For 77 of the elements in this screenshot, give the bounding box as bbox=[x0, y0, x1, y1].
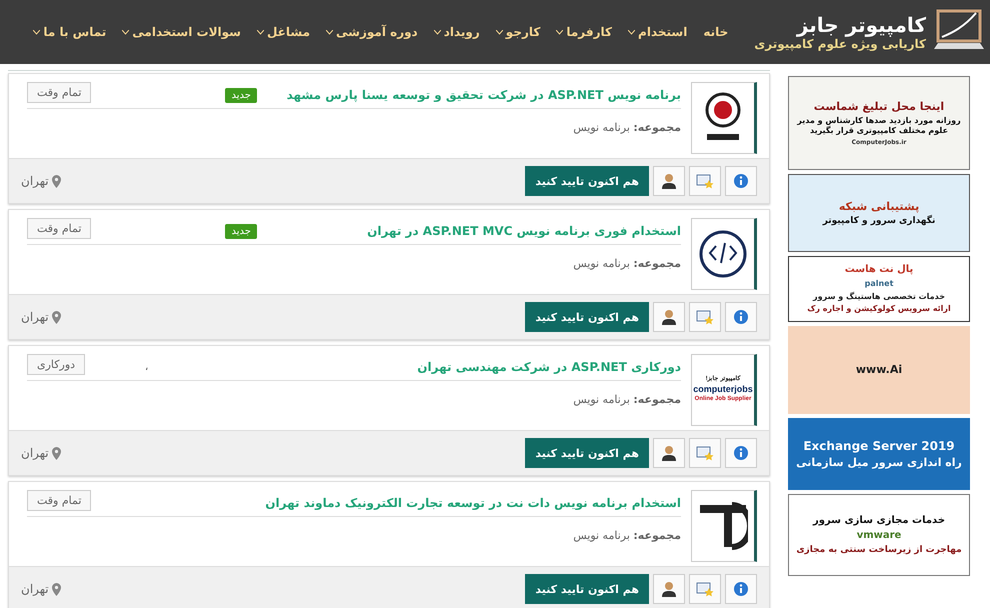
location-text: تهران bbox=[21, 582, 49, 596]
ad-text: Exchange Server 2019 bbox=[803, 438, 955, 454]
nav-link[interactable]: دوره آموزشی bbox=[326, 25, 418, 39]
card-star-icon bbox=[696, 445, 714, 461]
new-badge: جدید bbox=[225, 88, 257, 102]
ad-text: روزانه مورد بازدید صدها کارشناس و مدیر علوم مختلف کامپیوتری قرار بگیرید bbox=[796, 116, 962, 136]
person-icon bbox=[661, 173, 677, 189]
site-title: کامپیوتر جابز bbox=[796, 13, 926, 37]
profile-button[interactable] bbox=[653, 166, 685, 196]
info-icon bbox=[733, 445, 749, 461]
map-pin-icon bbox=[52, 174, 61, 188]
apply-button[interactable]: هم اکنون تایید کنید bbox=[525, 302, 649, 332]
job-category: مجموعه: برنامه نویس bbox=[572, 257, 681, 270]
ad-text: palnet bbox=[864, 279, 894, 289]
apply-button[interactable]: هم اکنون تایید کنید bbox=[525, 438, 649, 468]
nav-link[interactable]: خانه bbox=[703, 25, 728, 39]
profile-button[interactable] bbox=[653, 574, 685, 604]
person-icon bbox=[661, 581, 677, 597]
nav-link[interactable]: تماس با ما bbox=[33, 25, 106, 39]
logo-icon bbox=[698, 229, 748, 279]
person-icon bbox=[661, 309, 677, 325]
job-type-tag: تمام وقت bbox=[27, 82, 92, 103]
info-icon bbox=[733, 581, 749, 597]
ad-text: مهاجرت از زیرساخت سنتی به مجازی bbox=[796, 544, 962, 556]
nav-link[interactable]: کارفرما bbox=[556, 25, 612, 39]
info-button[interactable] bbox=[725, 302, 757, 332]
bookmark-button[interactable] bbox=[689, 574, 721, 604]
location-text: تهران bbox=[21, 174, 49, 188]
person-icon bbox=[661, 445, 677, 461]
ad-text: نگهداری سرور و کامپیوتر bbox=[822, 216, 936, 226]
site-subtitle: کاریابی ویژه علوم کامپیوتری bbox=[754, 37, 926, 51]
ad-text: ارائه سرویس کولوکیشن و اجاره رک bbox=[807, 304, 951, 314]
ad-text: راه اندازی سرور میل سازمانی bbox=[796, 456, 962, 470]
ad-text: خدمات تخصصی هاستینگ و سرور bbox=[813, 292, 945, 302]
info-icon bbox=[733, 173, 749, 189]
job-type-tag: دورکاری bbox=[27, 354, 86, 375]
info-button[interactable] bbox=[725, 166, 757, 196]
nav-link[interactable]: مشاغل bbox=[256, 25, 310, 39]
apply-button[interactable]: هم اکنون تایید کنید bbox=[525, 166, 649, 196]
ad-text: خدمات مجازی سازی سرور bbox=[812, 514, 946, 527]
ad-text: vmware bbox=[856, 530, 902, 542]
job-category: مجموعه: برنامه نویس bbox=[572, 393, 681, 406]
job-category: مجموعه: برنامه نویس bbox=[572, 529, 681, 542]
location-text: تهران bbox=[21, 310, 49, 324]
card-star-icon bbox=[696, 581, 714, 597]
ad-text: www.Ai bbox=[856, 363, 902, 377]
ad-text: پال نت هاست bbox=[844, 264, 914, 276]
info-button[interactable] bbox=[725, 574, 757, 604]
logo-icon bbox=[698, 501, 748, 551]
nav-link[interactable]: کارجو bbox=[496, 25, 540, 39]
map-pin-icon bbox=[52, 582, 61, 596]
job-category: مجموعه: برنامه نویس bbox=[572, 121, 681, 134]
new-badge: جدید bbox=[225, 224, 257, 238]
job-type-tag: تمام وقت bbox=[27, 490, 92, 511]
profile-button[interactable] bbox=[653, 302, 685, 332]
job-type-tag: تمام وقت bbox=[27, 218, 92, 239]
info-icon bbox=[733, 309, 749, 325]
ad-text: اینجا محل تبلیغ شماست bbox=[814, 100, 944, 114]
profile-button[interactable] bbox=[653, 438, 685, 468]
info-button[interactable] bbox=[725, 438, 757, 468]
bookmark-button[interactable] bbox=[689, 438, 721, 468]
card-star-icon bbox=[696, 309, 714, 325]
nav-link[interactable]: استخدام bbox=[628, 25, 688, 39]
bookmark-button[interactable] bbox=[689, 166, 721, 196]
map-pin-icon bbox=[52, 446, 61, 460]
nav-link[interactable]: رویداد bbox=[434, 25, 480, 39]
bookmark-button[interactable] bbox=[689, 302, 721, 332]
card-star-icon bbox=[696, 173, 714, 189]
ad-banner[interactable]: پشتیبانی شبکه نگهداری سرور و کامپیوتر bbox=[788, 174, 970, 252]
location-text: تهران bbox=[21, 446, 49, 460]
ad-banner[interactable]: www.Ai bbox=[788, 326, 970, 414]
apply-button[interactable]: هم اکنون تایید کنید bbox=[525, 574, 649, 604]
nav-link[interactable]: سوالات استخدامی bbox=[122, 25, 241, 39]
stray-mark: ، bbox=[145, 362, 148, 372]
ad-text: پشتیبانی شبکه bbox=[838, 200, 920, 213]
map-pin-icon bbox=[52, 310, 61, 324]
logo-text: computerjobs bbox=[693, 384, 753, 396]
